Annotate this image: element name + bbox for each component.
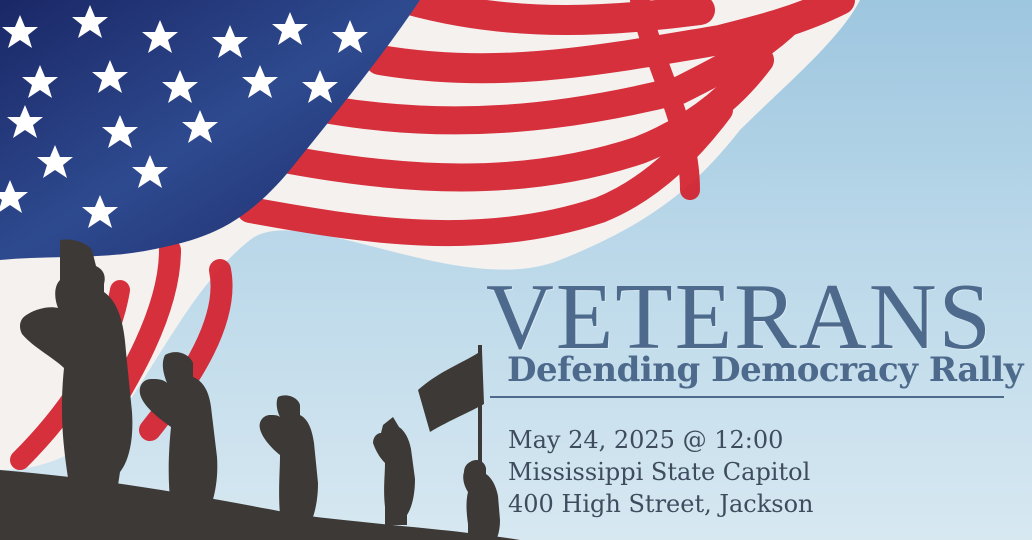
rally-banner: VETERANS Defending Democracy Rally May 2… (0, 0, 1032, 540)
title-divider (490, 396, 1004, 398)
event-address: 400 High Street, Jackson (508, 490, 814, 518)
event-date-time: May 24, 2025 @ 12:00 (508, 426, 784, 454)
event-details: May 24, 2025 @ 12:00 Mississippi State C… (508, 424, 814, 520)
event-subtitle: Defending Democracy Rally (507, 350, 1023, 390)
event-venue: Mississippi State Capitol (508, 458, 811, 486)
